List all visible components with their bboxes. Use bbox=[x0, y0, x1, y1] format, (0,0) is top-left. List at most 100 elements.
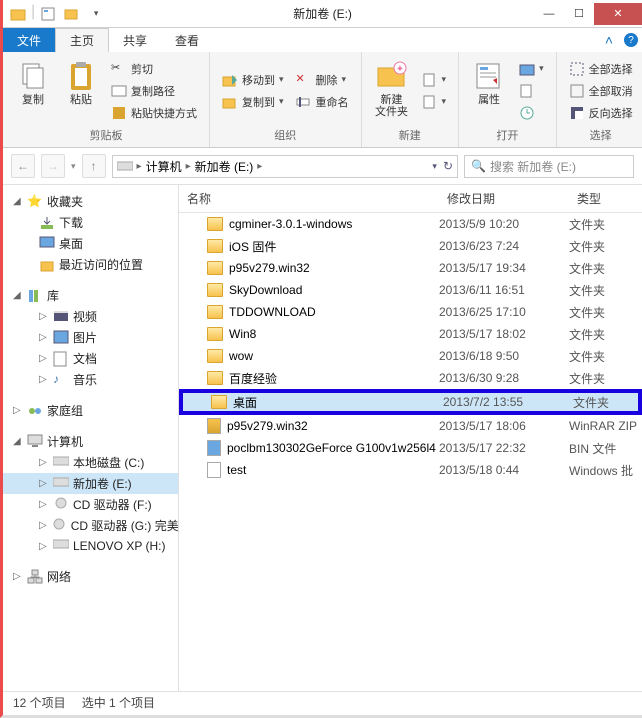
file-row[interactable]: TDDOWNLOAD2013/6/25 17:10文件夹 bbox=[179, 301, 642, 323]
tab-share[interactable]: 共享 bbox=[109, 28, 161, 52]
chevron-right-icon[interactable]: ▷ bbox=[39, 332, 49, 343]
copy-path-button[interactable]: 复制路径 bbox=[107, 81, 201, 101]
qat-properties-icon[interactable] bbox=[37, 3, 59, 25]
file-row[interactable]: p95v279.win322013/5/17 19:34文件夹 bbox=[179, 257, 642, 279]
column-date[interactable]: 修改日期 bbox=[439, 185, 569, 212]
file-list[interactable]: 名称 修改日期 类型 cgminer-3.0.1-windows2013/5/9… bbox=[179, 185, 642, 691]
up-button[interactable]: ↑ bbox=[82, 154, 106, 178]
rename-icon bbox=[296, 94, 312, 110]
nav-network[interactable]: ▷网络 bbox=[3, 566, 178, 587]
nav-item-drive-g[interactable]: ▷CD 驱动器 (G:) 完美 bbox=[3, 515, 178, 536]
move-to-button[interactable]: 移动到 ▾ bbox=[218, 70, 288, 90]
easy-access-button[interactable]: ▾ bbox=[418, 92, 451, 112]
nav-homegroup[interactable]: ▷家庭组 bbox=[3, 400, 178, 421]
minimize-button[interactable]: — bbox=[534, 3, 564, 25]
nav-item-pictures[interactable]: ▷图片 bbox=[3, 327, 178, 348]
new-folder-button[interactable]: ✦ 新建 文件夹 bbox=[370, 56, 414, 125]
close-button[interactable]: ✕ bbox=[594, 3, 642, 25]
rename-button[interactable]: 重命名 bbox=[292, 92, 353, 112]
paste-button[interactable]: 粘贴 bbox=[59, 56, 103, 125]
chevron-right-icon[interactable]: ▷ bbox=[39, 311, 49, 322]
nav-item-drive-h[interactable]: ▷LENOVO XP (H:) bbox=[3, 536, 178, 556]
delete-button[interactable]: ✕删除 ▾ bbox=[292, 70, 353, 90]
chevron-right-icon[interactable]: ▸ bbox=[135, 161, 144, 172]
file-row[interactable]: test2013/5/18 0:44Windows 批 bbox=[179, 459, 642, 481]
breadcrumb-crumb[interactable]: 新加卷 (E:) bbox=[195, 158, 254, 175]
chevron-right-icon[interactable]: ▷ bbox=[39, 541, 49, 552]
tab-file[interactable]: 文件 bbox=[3, 28, 55, 52]
cut-button[interactable]: ✂剪切 bbox=[107, 59, 201, 79]
paste-shortcut-button[interactable]: 粘贴快捷方式 bbox=[107, 103, 201, 123]
nav-libraries[interactable]: ◢库 bbox=[3, 285, 178, 306]
chevron-right-icon[interactable]: ▷ bbox=[13, 405, 23, 416]
address-dropdown-icon[interactable]: ▾ bbox=[432, 161, 437, 172]
qat-newfolder-icon[interactable] bbox=[61, 3, 83, 25]
invert-selection-button[interactable]: 反向选择 bbox=[565, 103, 637, 123]
recent-dropdown-icon[interactable]: ▾ bbox=[71, 161, 76, 172]
chevron-right-icon[interactable]: ▷ bbox=[39, 457, 49, 468]
refresh-icon[interactable]: ↻ bbox=[443, 159, 453, 173]
chevron-right-icon[interactable]: ▷ bbox=[39, 478, 49, 489]
file-row[interactable]: wow2013/6/18 9:50文件夹 bbox=[179, 345, 642, 367]
copy-to-button[interactable]: 复制到 ▾ bbox=[218, 92, 288, 112]
qat-dropdown-icon[interactable]: ▾ bbox=[85, 3, 107, 25]
back-button[interactable]: ← bbox=[11, 154, 35, 178]
file-row[interactable]: Win82013/5/17 18:02文件夹 bbox=[179, 323, 642, 345]
qat-separator: | bbox=[31, 3, 35, 25]
new-item-button[interactable]: ▾ bbox=[418, 70, 451, 90]
file-date: 2013/7/2 13:55 bbox=[443, 395, 573, 409]
nav-item-music[interactable]: ▷♪音乐 bbox=[3, 369, 178, 390]
nav-item-downloads[interactable]: 下载 bbox=[3, 212, 178, 233]
copy-button[interactable]: 复制 bbox=[11, 56, 55, 125]
file-row[interactable]: SkyDownload2013/6/11 16:51文件夹 bbox=[179, 279, 642, 301]
group-label-new: 新建 bbox=[370, 125, 451, 147]
ribbon-collapse-icon[interactable]: ˄ bbox=[598, 28, 620, 52]
ribbon-tabs: 文件 主页 共享 查看 ˄ ? bbox=[3, 28, 642, 52]
chevron-right-icon[interactable]: ▸ bbox=[184, 161, 193, 172]
nav-item-recent[interactable]: 最近访问的位置 bbox=[3, 254, 178, 275]
chevron-down-icon[interactable]: ◢ bbox=[13, 196, 23, 207]
column-type[interactable]: 类型 bbox=[569, 185, 642, 212]
chevron-down-icon[interactable]: ◢ bbox=[13, 290, 23, 301]
nav-item-documents[interactable]: ▷文档 bbox=[3, 348, 178, 369]
help-icon[interactable]: ? bbox=[620, 28, 642, 52]
properties-button[interactable]: 属性 bbox=[467, 56, 511, 125]
properties-icon bbox=[473, 60, 505, 92]
chevron-right-icon[interactable]: ▷ bbox=[39, 520, 47, 531]
file-date: 2013/6/18 9:50 bbox=[439, 349, 569, 363]
nav-favorites[interactable]: ◢⭐收藏夹 bbox=[3, 191, 178, 212]
nav-item-drive-c[interactable]: ▷本地磁盘 (C:) bbox=[3, 452, 178, 473]
file-row[interactable]: 百度经验2013/6/30 9:28文件夹 bbox=[179, 367, 642, 389]
chevron-right-icon[interactable]: ▷ bbox=[13, 571, 23, 582]
chevron-right-icon[interactable]: ▸ bbox=[255, 161, 264, 172]
nav-item-desktop[interactable]: 桌面 bbox=[3, 233, 178, 254]
nav-item-drive-f[interactable]: ▷CD 驱动器 (F:) bbox=[3, 494, 178, 515]
open-button[interactable]: ▾ bbox=[515, 59, 548, 79]
search-input[interactable]: 🔍 搜索 新加卷 (E:) bbox=[464, 155, 634, 178]
maximize-button[interactable]: ☐ bbox=[564, 3, 594, 25]
nav-item-videos[interactable]: ▷视频 bbox=[3, 306, 178, 327]
file-row[interactable]: poclbm130302GeForce G100v1w256l42013/5/1… bbox=[179, 437, 642, 459]
chevron-right-icon[interactable]: ▷ bbox=[39, 353, 49, 364]
chevron-right-icon[interactable]: ▷ bbox=[39, 374, 49, 385]
tab-home[interactable]: 主页 bbox=[55, 28, 109, 52]
nav-computer[interactable]: ◢计算机 bbox=[3, 431, 178, 452]
select-all-button[interactable]: 全部选择 bbox=[565, 59, 637, 79]
history-button[interactable] bbox=[515, 103, 548, 123]
file-row[interactable]: iOS 固件2013/6/23 7:24文件夹 bbox=[179, 235, 642, 257]
navigation-pane[interactable]: ◢⭐收藏夹 下载 桌面 最近访问的位置 ◢库 ▷视频 ▷图片 ▷文档 ▷♪音乐 … bbox=[3, 185, 179, 691]
select-none-button[interactable]: 全部取消 bbox=[565, 81, 637, 101]
file-row[interactable]: p95v279.win322013/5/17 18:06WinRAR ZIP bbox=[179, 415, 642, 437]
forward-button[interactable]: → bbox=[41, 154, 65, 178]
breadcrumb[interactable]: ▸ 计算机 ▸ 新加卷 (E:) ▸ ▾ ↻ bbox=[112, 155, 458, 178]
breadcrumb-crumb[interactable]: 计算机 bbox=[146, 158, 182, 175]
chevron-right-icon[interactable]: ▷ bbox=[39, 499, 49, 510]
column-name[interactable]: 名称 bbox=[179, 185, 439, 212]
tab-view[interactable]: 查看 bbox=[161, 28, 213, 52]
file-name: p95v279.win32 bbox=[229, 261, 310, 275]
file-row[interactable]: 桌面2013/7/2 13:55文件夹 bbox=[179, 389, 642, 415]
nav-item-drive-e[interactable]: ▷新加卷 (E:) bbox=[3, 473, 178, 494]
edit-button[interactable] bbox=[515, 81, 548, 101]
file-row[interactable]: cgminer-3.0.1-windows2013/5/9 10:20文件夹 bbox=[179, 213, 642, 235]
chevron-down-icon[interactable]: ◢ bbox=[13, 436, 23, 447]
